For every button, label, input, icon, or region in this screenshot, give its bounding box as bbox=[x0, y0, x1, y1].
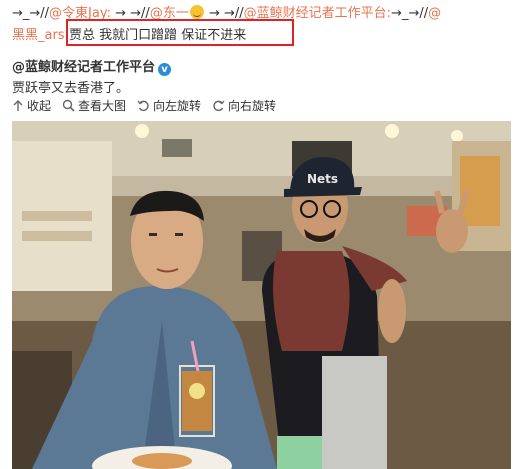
post-author[interactable]: @蓝鲸财经记者工作平台 v bbox=[12, 56, 172, 76]
view-large-label: 查看大图 bbox=[78, 99, 127, 113]
post-photo[interactable]: Nets bbox=[12, 121, 511, 469]
collapse-label: 收起 bbox=[27, 99, 52, 113]
grin-emoji-icon bbox=[189, 5, 204, 19]
repost-arrow: →_→// bbox=[391, 6, 429, 21]
magnifier-icon bbox=[62, 99, 75, 112]
mention-link[interactable]: @ bbox=[428, 6, 441, 21]
rotate-right-icon bbox=[213, 100, 225, 112]
rotate-left-label: 向左旋转 bbox=[153, 99, 202, 113]
rotate-right-button[interactable]: 向右旋转 bbox=[212, 97, 276, 114]
verified-badge-icon: v bbox=[158, 63, 172, 76]
restaurant-photo: Nets bbox=[12, 121, 511, 469]
red-highlight-box bbox=[66, 19, 294, 46]
author-name[interactable]: @蓝鲸财经记者工作平台 bbox=[12, 60, 155, 75]
view-large-button[interactable]: 查看大图 bbox=[62, 97, 126, 114]
rotate-left-button[interactable]: 向左旋转 bbox=[137, 97, 201, 114]
post-text: 贾跃亭又去香港了。 bbox=[12, 81, 130, 96]
rotate-left-icon bbox=[137, 100, 149, 112]
image-toolbar: 收起 查看大图 向左旋转 向右旋转 bbox=[12, 97, 276, 114]
collapse-arrow-icon bbox=[13, 99, 23, 111]
cap-logo-text: Nets bbox=[307, 172, 338, 186]
repost-arrow: →_→// bbox=[12, 6, 50, 21]
collapse-button[interactable]: 收起 bbox=[12, 97, 51, 114]
mention-link[interactable]: 黑黑_ars bbox=[12, 28, 65, 43]
rotate-right-label: 向右旋转 bbox=[228, 99, 277, 113]
